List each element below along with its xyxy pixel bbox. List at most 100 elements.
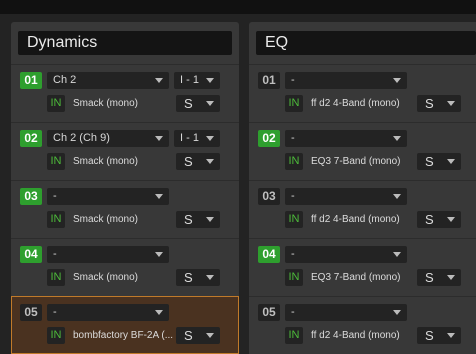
chevron-down-icon [206, 275, 214, 280]
channel-number[interactable]: 01 [258, 72, 280, 89]
mode-label: S [184, 154, 193, 169]
input-label: - [291, 132, 295, 144]
mode-dropdown[interactable]: S [176, 95, 220, 112]
dynamics-row: 01 Ch 2 I - 1 IN Smack (mono) S [11, 64, 239, 122]
in-button[interactable]: IN [47, 95, 65, 112]
plugin-name[interactable]: ff d2 4-Band (mono) [311, 327, 416, 344]
in-button[interactable]: IN [285, 211, 303, 228]
dynamics-panel: Dynamics 01 Ch 2 I - 1 IN Smack (mono) S… [11, 22, 239, 354]
plugin-name[interactable]: EQ3 7-Band (mono) [311, 153, 416, 170]
eq-panel: EQ 01 - IN ff d2 4-Band (mono) S 02 - IN… [249, 22, 476, 354]
chevron-down-icon [155, 78, 163, 83]
chevron-down-icon [206, 333, 214, 338]
chevron-down-icon [155, 310, 163, 315]
chevron-down-icon [155, 252, 163, 257]
mode-dropdown[interactable]: S [417, 269, 461, 286]
channel-number[interactable]: 05 [258, 304, 280, 321]
input-dropdown[interactable]: - [285, 304, 407, 321]
plugin-name[interactable]: Smack (mono) [73, 211, 173, 228]
chevron-down-icon [155, 194, 163, 199]
dynamics-rows: 01 Ch 2 I - 1 IN Smack (mono) S 02 Ch 2 … [11, 64, 239, 354]
input-label: - [291, 74, 295, 86]
input-dropdown[interactable]: - [47, 246, 169, 263]
mode-dropdown[interactable]: S [417, 95, 461, 112]
eq-row: 04 - IN EQ3 7-Band (mono) S [249, 238, 476, 296]
input-dropdown[interactable]: - [285, 72, 407, 89]
channel-number[interactable]: 04 [258, 246, 280, 263]
chevron-down-icon [206, 136, 214, 141]
mode-dropdown[interactable]: S [176, 211, 220, 228]
input-dropdown[interactable]: - [285, 188, 407, 205]
bus-label: I - 1 [180, 132, 199, 144]
chevron-down-icon [447, 275, 455, 280]
mode-label: S [184, 270, 193, 285]
dynamics-row: 02 Ch 2 (Ch 9) I - 1 IN Smack (mono) S [11, 122, 239, 180]
eq-row: 03 - IN ff d2 4-Band (mono) S [249, 180, 476, 238]
in-button[interactable]: IN [47, 269, 65, 286]
input-dropdown[interactable]: Ch 2 (Ch 9) [47, 130, 169, 147]
in-button[interactable]: IN [285, 327, 303, 344]
plugin-name[interactable]: Smack (mono) [73, 153, 173, 170]
input-dropdown[interactable]: - [285, 130, 407, 147]
channel-number[interactable]: 02 [20, 130, 42, 147]
in-button[interactable]: IN [47, 153, 65, 170]
eq-header: EQ [256, 31, 476, 55]
input-dropdown[interactable]: - [285, 246, 407, 263]
channel-number[interactable]: 03 [20, 188, 42, 205]
chevron-down-icon [206, 101, 214, 106]
mode-dropdown[interactable]: S [417, 211, 461, 228]
chevron-down-icon [447, 333, 455, 338]
dynamics-row-selected: 05 - IN bombfactory BF-2A (... S [11, 296, 239, 354]
plugin-name[interactable]: bombfactory BF-2A (... [73, 327, 173, 344]
eq-rows: 01 - IN ff d2 4-Band (mono) S 02 - IN EQ… [249, 64, 476, 354]
chevron-down-icon [447, 159, 455, 164]
bus-label: I - 1 [180, 74, 199, 86]
mode-dropdown[interactable]: S [417, 327, 461, 344]
input-label: Ch 2 [53, 74, 77, 86]
mode-dropdown[interactable]: S [176, 269, 220, 286]
bus-dropdown[interactable]: I - 1 [174, 130, 220, 147]
in-button[interactable]: IN [47, 327, 65, 344]
mode-label: S [425, 328, 434, 343]
chevron-down-icon [206, 159, 214, 164]
chevron-down-icon [393, 310, 401, 315]
input-label: - [291, 306, 295, 318]
plugin-name[interactable]: EQ3 7-Band (mono) [311, 269, 416, 286]
dynamics-header: Dynamics [18, 31, 232, 55]
mode-label: S [425, 270, 434, 285]
mode-dropdown[interactable]: S [417, 153, 461, 170]
chevron-down-icon [447, 217, 455, 222]
dynamics-row: 03 - IN Smack (mono) S [11, 180, 239, 238]
plugin-name[interactable]: ff d2 4-Band (mono) [311, 95, 416, 112]
eq-row: 02 - IN EQ3 7-Band (mono) S [249, 122, 476, 180]
chevron-down-icon [447, 101, 455, 106]
mode-dropdown[interactable]: S [176, 153, 220, 170]
dynamics-row: 04 - IN Smack (mono) S [11, 238, 239, 296]
eq-row: 05 - IN ff d2 4-Band (mono) S [249, 296, 476, 354]
in-button[interactable]: IN [47, 211, 65, 228]
channel-number[interactable]: 04 [20, 246, 42, 263]
chevron-down-icon [393, 252, 401, 257]
in-button[interactable]: IN [285, 269, 303, 286]
plugin-name[interactable]: Smack (mono) [73, 269, 173, 286]
in-button[interactable]: IN [285, 153, 303, 170]
input-dropdown[interactable]: - [47, 304, 169, 321]
input-label: - [53, 248, 57, 260]
in-button[interactable]: IN [285, 95, 303, 112]
input-dropdown[interactable]: Ch 2 [47, 72, 169, 89]
chevron-down-icon [393, 194, 401, 199]
mode-label: S [425, 212, 434, 227]
mode-label: S [425, 96, 434, 111]
input-dropdown[interactable]: - [47, 188, 169, 205]
plugin-name[interactable]: ff d2 4-Band (mono) [311, 211, 416, 228]
mode-label: S [184, 328, 193, 343]
chevron-down-icon [155, 136, 163, 141]
mode-dropdown[interactable]: S [176, 327, 220, 344]
bus-dropdown[interactable]: I - 1 [174, 72, 220, 89]
channel-number[interactable]: 01 [20, 72, 42, 89]
channel-number[interactable]: 03 [258, 188, 280, 205]
channel-number[interactable]: 05 [20, 304, 42, 321]
channel-number[interactable]: 02 [258, 130, 280, 147]
plugin-name[interactable]: Smack (mono) [73, 95, 173, 112]
chevron-down-icon [393, 136, 401, 141]
